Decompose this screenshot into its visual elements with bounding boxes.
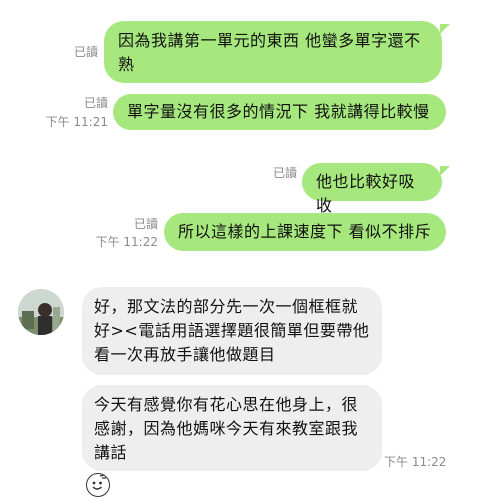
- incoming-message[interactable]: 今天有感覺你有花心思在他身上，很感謝，因為他媽咪今天有來教室跟我講話: [82, 385, 382, 471]
- avatar-photo-icon: [18, 289, 64, 335]
- message-timestamp: 下午 11:22: [95, 235, 158, 249]
- emoji-sticker-icon[interactable]: [86, 473, 110, 497]
- outgoing-message[interactable]: 他也比較好吸收: [302, 163, 442, 215]
- message-text: 他也比較好吸收: [316, 172, 416, 215]
- contact-avatar[interactable]: [18, 289, 64, 335]
- message-timestamp: 下午 11:22: [384, 455, 447, 469]
- read-receipt: 已讀: [272, 166, 297, 180]
- message-text: 所以這樣的上課速度下 看似不排斥: [178, 222, 432, 241]
- smiley-face-icon: [92, 474, 106, 490]
- message-text: 因為我講第一單元的東西 他蠻多單字還不熟: [118, 31, 421, 74]
- message-text: 今天有感覺你有花心思在他身上，很感謝，因為他媽咪今天有來教室跟我講話: [94, 395, 359, 462]
- bubble-tail: [440, 166, 450, 176]
- message-text: 單字量沒有很多的情況下 我就講得比較慢: [127, 102, 430, 121]
- bubble-tail: [440, 24, 450, 34]
- outgoing-message[interactable]: 所以這樣的上課速度下 看似不排斥: [164, 213, 446, 251]
- message-text: 好，那文法的部分先一次一個框框就好><電話用語選擇題很簡單但要帶他看一次再放手讓…: [94, 297, 370, 364]
- read-receipt: 已讀: [73, 45, 98, 59]
- read-receipt: 已讀: [83, 96, 108, 110]
- incoming-message[interactable]: 好，那文法的部分先一次一個框框就好><電話用語選擇題很簡單但要帶他看一次再放手讓…: [82, 287, 382, 375]
- read-receipt: 已讀: [133, 217, 158, 231]
- outgoing-message[interactable]: 因為我講第一單元的東西 他蠻多單字還不熟: [104, 21, 442, 83]
- outgoing-message[interactable]: 單字量沒有很多的情況下 我就講得比較慢: [113, 94, 446, 130]
- message-timestamp: 下午 11:21: [45, 115, 108, 129]
